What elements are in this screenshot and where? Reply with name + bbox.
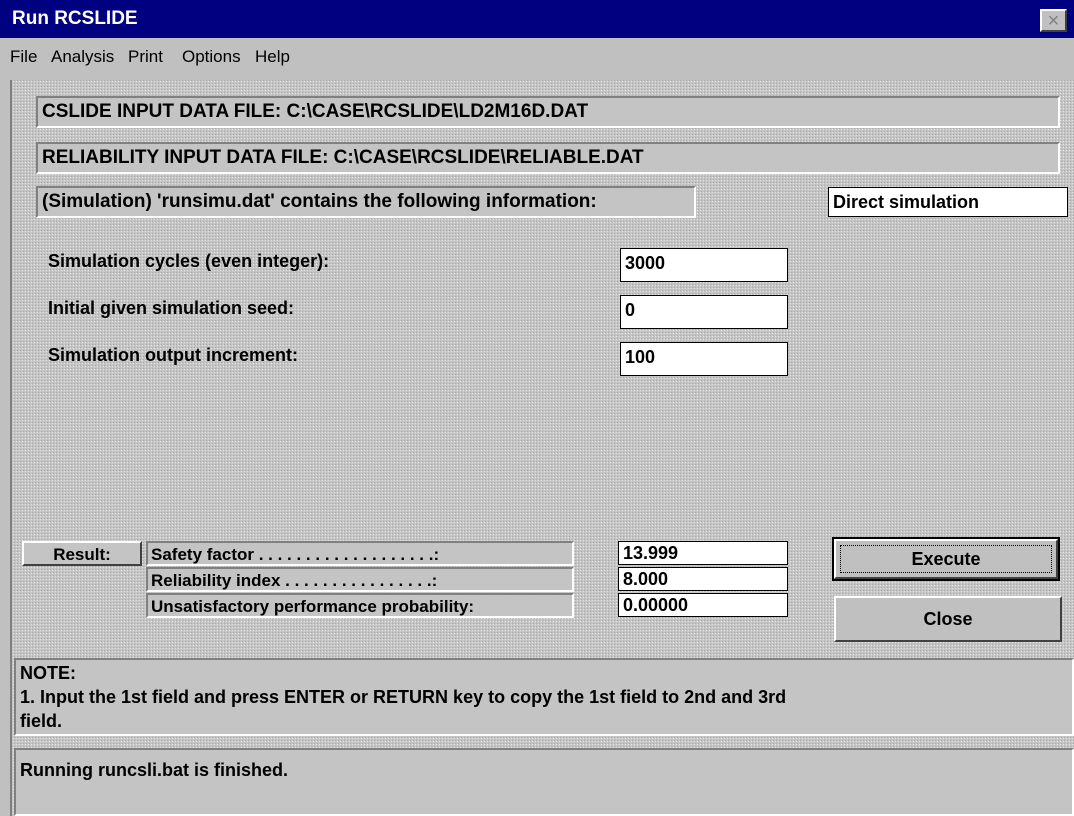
simulation-seed-label: Initial given simulation seed: (48, 298, 295, 318)
close-button[interactable]: Close (834, 596, 1062, 642)
status-text: Running runcsli.bat is finished. (20, 760, 289, 780)
safety-factor-label: Safety factor . . . . . . . . . . . . . … (146, 541, 574, 566)
simulation-mode-field[interactable]: Direct simulation (828, 187, 1068, 217)
window-title: Run RCSLIDE (12, 8, 138, 29)
unsatisfactory-probability-value: 0.00000 (618, 593, 788, 617)
simulation-increment-input[interactable]: 100 (620, 342, 788, 376)
close-icon: × (1047, 10, 1060, 32)
simulation-cycles-input[interactable]: 3000 (620, 248, 788, 282)
unsatisfactory-probability-label: Unsatisfactory performance probability: (146, 593, 574, 618)
menu-analysis[interactable]: Analysis (51, 47, 114, 67)
execute-button[interactable]: Execute (832, 537, 1060, 581)
note-line-1: 1. Input the 1st field and press ENTER o… (20, 687, 787, 707)
reliability-file-label: RELIABILITY INPUT DATA FILE: C:\CASE\RCS… (36, 142, 1060, 174)
menu-help[interactable]: Help (255, 47, 290, 67)
menu-file[interactable]: File (10, 47, 37, 67)
simulation-cycles-label: Simulation cycles (even integer): (48, 251, 330, 271)
simulation-seed-input[interactable]: 0 (620, 295, 788, 329)
title-bar[interactable] (0, 0, 1074, 38)
close-button-label: Close (923, 609, 973, 629)
menu-options[interactable]: Options (182, 47, 241, 67)
note-box: NOTE: 1. Input the 1st field and press E… (14, 658, 1074, 736)
reliability-index-label: Reliability index . . . . . . . . . . . … (146, 567, 574, 592)
simulation-increment-label: Simulation output increment: (48, 345, 298, 365)
safety-factor-value: 13.999 (618, 541, 788, 565)
note-title: NOTE: (20, 663, 76, 683)
simulation-info-label: (Simulation) 'runsimu.dat' contains the … (36, 186, 696, 218)
result-label: Result: (22, 541, 142, 566)
menu-print[interactable]: Print (128, 47, 163, 67)
reliability-index-value: 8.000 (618, 567, 788, 591)
close-window-button[interactable]: × (1040, 9, 1067, 32)
note-line-2: field. (20, 711, 63, 731)
status-box: Running runcsli.bat is finished. (14, 748, 1074, 816)
cslide-file-label: CSLIDE INPUT DATA FILE: C:\CASE\RCSLIDE\… (36, 96, 1060, 128)
